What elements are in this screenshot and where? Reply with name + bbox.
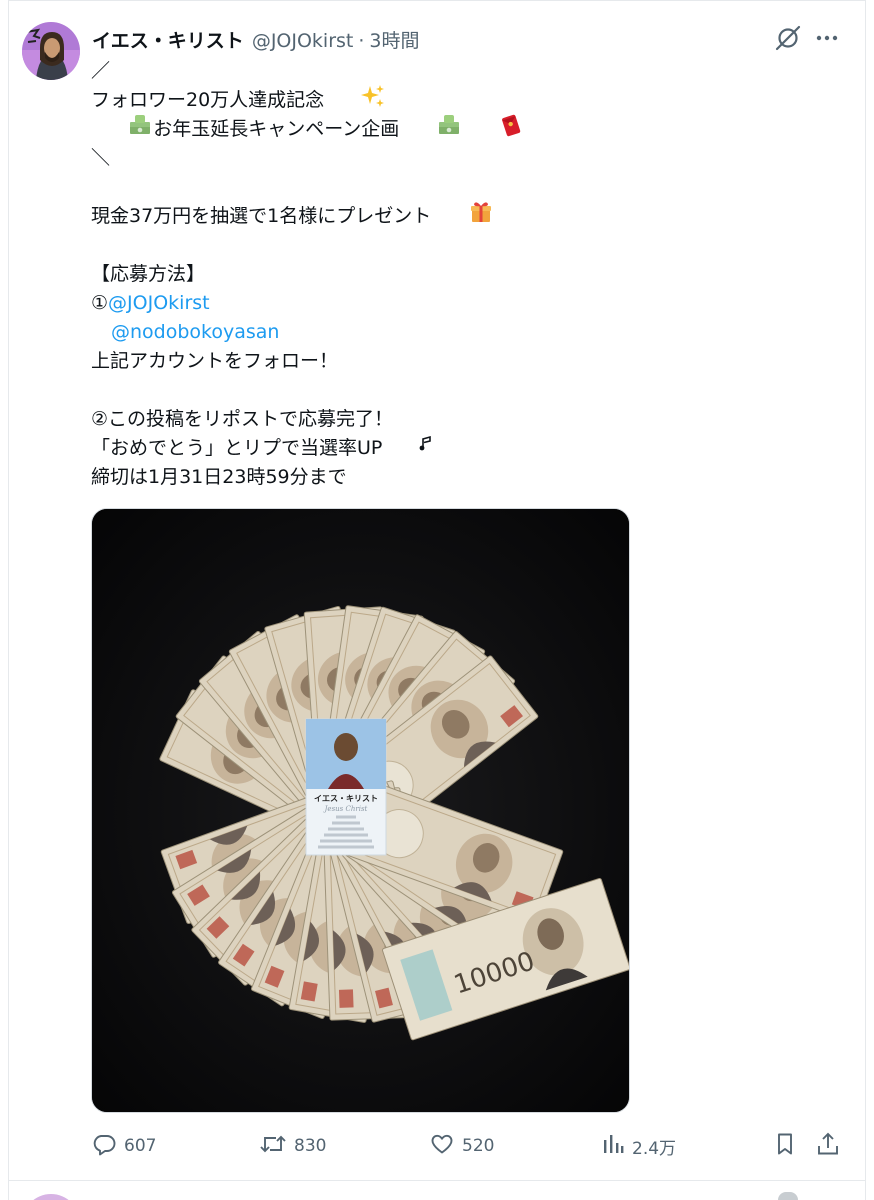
like-count: 520 (462, 1136, 495, 1156)
text-line: @nodobokoyasan (91, 318, 811, 347)
share-icon (815, 1131, 848, 1162)
money-stack-icon (399, 83, 461, 176)
avatar[interactable] (22, 22, 80, 80)
post-actions: 607 830 520 2.4万 (91, 1128, 841, 1164)
bookmark-icon (773, 1131, 804, 1162)
text-line: ① @JOJOkirst (91, 289, 811, 318)
red-envelope-icon (462, 83, 524, 176)
post-time[interactable]: 3時間 (369, 26, 419, 53)
repost-icon (259, 1131, 294, 1162)
photo-card: イエス・キリスト Jesus Christ (305, 718, 387, 856)
text-line: お年玉延長キャンペーン企画 (91, 114, 811, 144)
views-icon (601, 1131, 632, 1162)
text-line: ／ (91, 60, 111, 82)
gift-icon (431, 170, 493, 263)
music-note-icon (382, 404, 432, 493)
divider (8, 0, 866, 1)
divider (8, 1180, 866, 1181)
text-line: 「おめでとう」とリプで当選率UP (91, 434, 811, 463)
text-line: ②この投稿をリポストで応募完了！ (91, 408, 394, 430)
like-button[interactable]: 520 (429, 1128, 494, 1164)
svg-text:イエス・キリスト: イエス・キリスト (314, 794, 378, 803)
author-handle[interactable]: @JOJOkirst (252, 30, 354, 52)
text-line: 【応募方法】 (91, 263, 206, 285)
views-count: 2.4万 (632, 1138, 677, 1159)
reply-count: 607 (124, 1136, 157, 1156)
like-icon (429, 1131, 462, 1162)
mention-link[interactable]: @nodobokoyasan (111, 318, 279, 347)
more-icon[interactable] (778, 1192, 798, 1200)
repost-count: 830 (294, 1136, 327, 1156)
post-text: ／ フォロワー20万人達成記念 お年玉延長キャンペーン企画 ＼ 現金37万円を抽… (91, 57, 811, 492)
grok-icon[interactable] (774, 24, 802, 52)
header-separator: · (358, 30, 365, 52)
reply-button[interactable]: 607 (91, 1128, 156, 1164)
share-button[interactable] (815, 1128, 848, 1164)
mention-link[interactable]: @JOJOkirst (108, 289, 210, 318)
svg-text:Jesus Christ: Jesus Christ (323, 805, 368, 813)
reply-icon (91, 1131, 124, 1162)
post-image[interactable]: 10000 イエス・キリスト Jesus Christ (91, 508, 630, 1113)
author-name[interactable]: イエス・キリスト (92, 26, 244, 53)
text-line: 現金37万円を抽選で1名様にプレゼント (91, 202, 811, 231)
more-icon[interactable] (812, 24, 842, 52)
text-line: 上記アカウントをフォロー！ (91, 350, 339, 372)
text-line: 締切は1月31日23時59分まで (91, 466, 347, 488)
repost-button[interactable]: 830 (259, 1128, 326, 1164)
text-spacer (91, 376, 811, 405)
views-button[interactable]: 2.4万 (601, 1128, 676, 1164)
bookmark-button[interactable] (773, 1128, 804, 1164)
post-header: イエス・キリスト @JOJOkirst · 3時間 (92, 26, 420, 53)
